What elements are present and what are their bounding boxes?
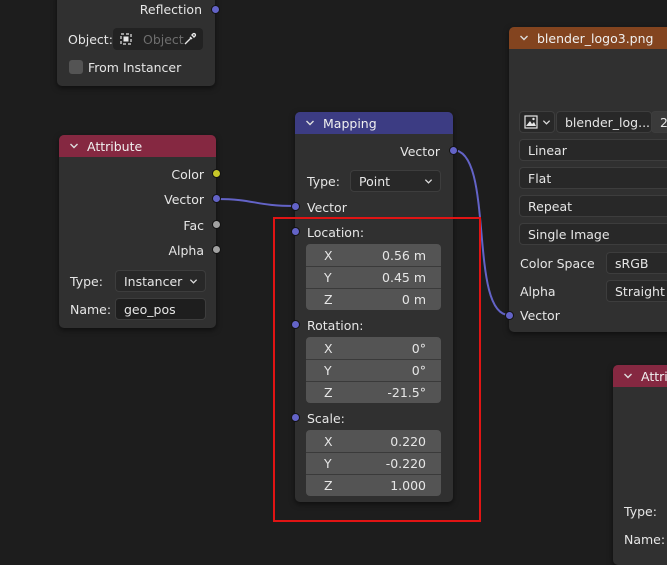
object-icon [120,33,132,45]
name-row: Name: [70,299,111,319]
reflection-output-row: Reflection [140,0,202,19]
mapping-node-title: Mapping [323,115,377,131]
reflection-label: Reflection [139,1,202,17]
link-attribute-to-mapping [216,198,296,207]
from-instancer-label: From Instancer [88,59,182,75]
image-users-value: 2 [660,114,667,130]
image-vector-label: Vector [520,307,560,323]
output-fac-label: Fac [183,217,204,233]
interpolation-value: Linear [528,142,567,158]
object-field[interactable]: Object [113,28,203,50]
alpha-dropdown[interactable]: Straight [606,280,667,302]
attribute-name-field[interactable]: geo_pos [115,298,206,320]
attribute-2-type-row: Type: [624,501,657,521]
name-label: Name: [70,301,112,317]
attribute-node: Attribute Color Vector Fac Alpha Type: I… [59,135,216,328]
chevron-down-icon[interactable] [519,33,529,43]
attribute-node-2: Attri Type: Name: [613,365,667,565]
type-label: Type: [70,273,103,289]
color-space-value: sRGB [615,255,649,271]
reflection-socket[interactable] [211,5,220,14]
mapping-type-row: Type: [307,171,340,191]
interpolation-dropdown[interactable]: Linear [519,139,667,161]
output-alpha-label: Alpha [168,242,204,258]
mapping-node-header[interactable]: Mapping [295,112,453,134]
output-alpha-row: Alpha [168,240,204,260]
attribute-node-2-header[interactable]: Attri [613,365,667,387]
image-vector-row: Vector [520,305,560,325]
projection-value: Flat [528,170,552,186]
image-texture-node: blender_logo3.png blender_log... 2 Linea… [509,27,667,332]
mapping-input-vector-socket[interactable] [291,202,300,211]
output-vector-socket[interactable] [212,194,221,203]
chevron-down-icon [189,279,198,284]
source-value: Single Image [528,226,610,242]
mapping-input-vector-row: Vector [307,197,347,217]
output-color-row: Color [171,164,204,184]
chevron-down-icon [424,179,433,184]
output-fac-row: Fac [183,215,204,235]
attribute-node-2-title: Attri [641,368,667,384]
attribute-name-value: geo_pos [124,301,176,317]
chevron-down-icon[interactable] [623,371,633,381]
attribute-type-dropdown[interactable]: Instancer [115,270,206,292]
mapping-input-vector-label: Vector [307,199,347,215]
from-instancer-checkbox[interactable] [69,60,83,74]
alpha-label: Alpha [520,283,556,299]
attribute-2-type-label: Type: [624,503,657,519]
extension-dropdown[interactable]: Repeat [519,195,667,217]
mapping-output-vector-socket[interactable] [449,146,458,155]
image-icon [524,115,538,129]
output-color-label: Color [171,166,204,182]
output-vector-label: Vector [164,191,204,207]
image-users-field[interactable]: 2 [651,111,667,133]
attribute-2-name-row: Name: [624,529,665,549]
top-node: Reflection Object: Object From Instancer [57,0,215,86]
color-space-dropdown[interactable]: sRGB [606,252,667,274]
image-node-title: blender_logo3.png [537,30,654,46]
attribute-node-header[interactable]: Attribute [59,135,216,157]
alpha-row: Alpha [520,281,556,301]
object-label: Object: [68,31,113,47]
image-node-header[interactable]: blender_logo3.png [509,27,667,49]
mapping-output-vector-row: Vector [400,141,440,161]
output-vector-row: Vector [164,189,204,209]
mapping-type-value: Point [359,173,391,189]
image-name-field[interactable]: blender_log... [556,111,652,133]
from-instancer-row: From Instancer [88,57,181,77]
extension-value: Repeat [528,198,573,214]
projection-dropdown[interactable]: Flat [519,167,667,189]
eyedropper-icon[interactable] [183,32,197,46]
chevron-down-icon[interactable] [305,118,315,128]
chevron-down-icon [542,119,551,125]
mapping-type-dropdown[interactable]: Point [350,170,441,192]
image-vector-socket[interactable] [505,311,514,320]
type-row: Type: [70,271,103,291]
object-placeholder: Object [143,31,184,47]
output-alpha-socket[interactable] [212,245,221,254]
chevron-down-icon[interactable] [69,141,79,151]
image-browse-button[interactable] [519,111,555,133]
image-name-value: blender_log... [565,114,651,130]
attribute-2-name-label: Name: [624,531,666,547]
source-dropdown[interactable]: Single Image [519,223,667,245]
mapping-output-vector-label: Vector [400,143,440,159]
attribute-node-title: Attribute [87,138,143,154]
output-color-socket[interactable] [212,169,221,178]
attribute-type-value: Instancer [124,273,183,289]
color-space-label: Color Space [520,255,595,271]
output-fac-socket[interactable] [212,220,221,229]
mapping-type-label: Type: [307,173,340,189]
highlight-rectangle [273,217,481,522]
color-space-row: Color Space [520,253,595,273]
object-row: Object: [68,29,113,49]
alpha-value: Straight [615,283,665,299]
